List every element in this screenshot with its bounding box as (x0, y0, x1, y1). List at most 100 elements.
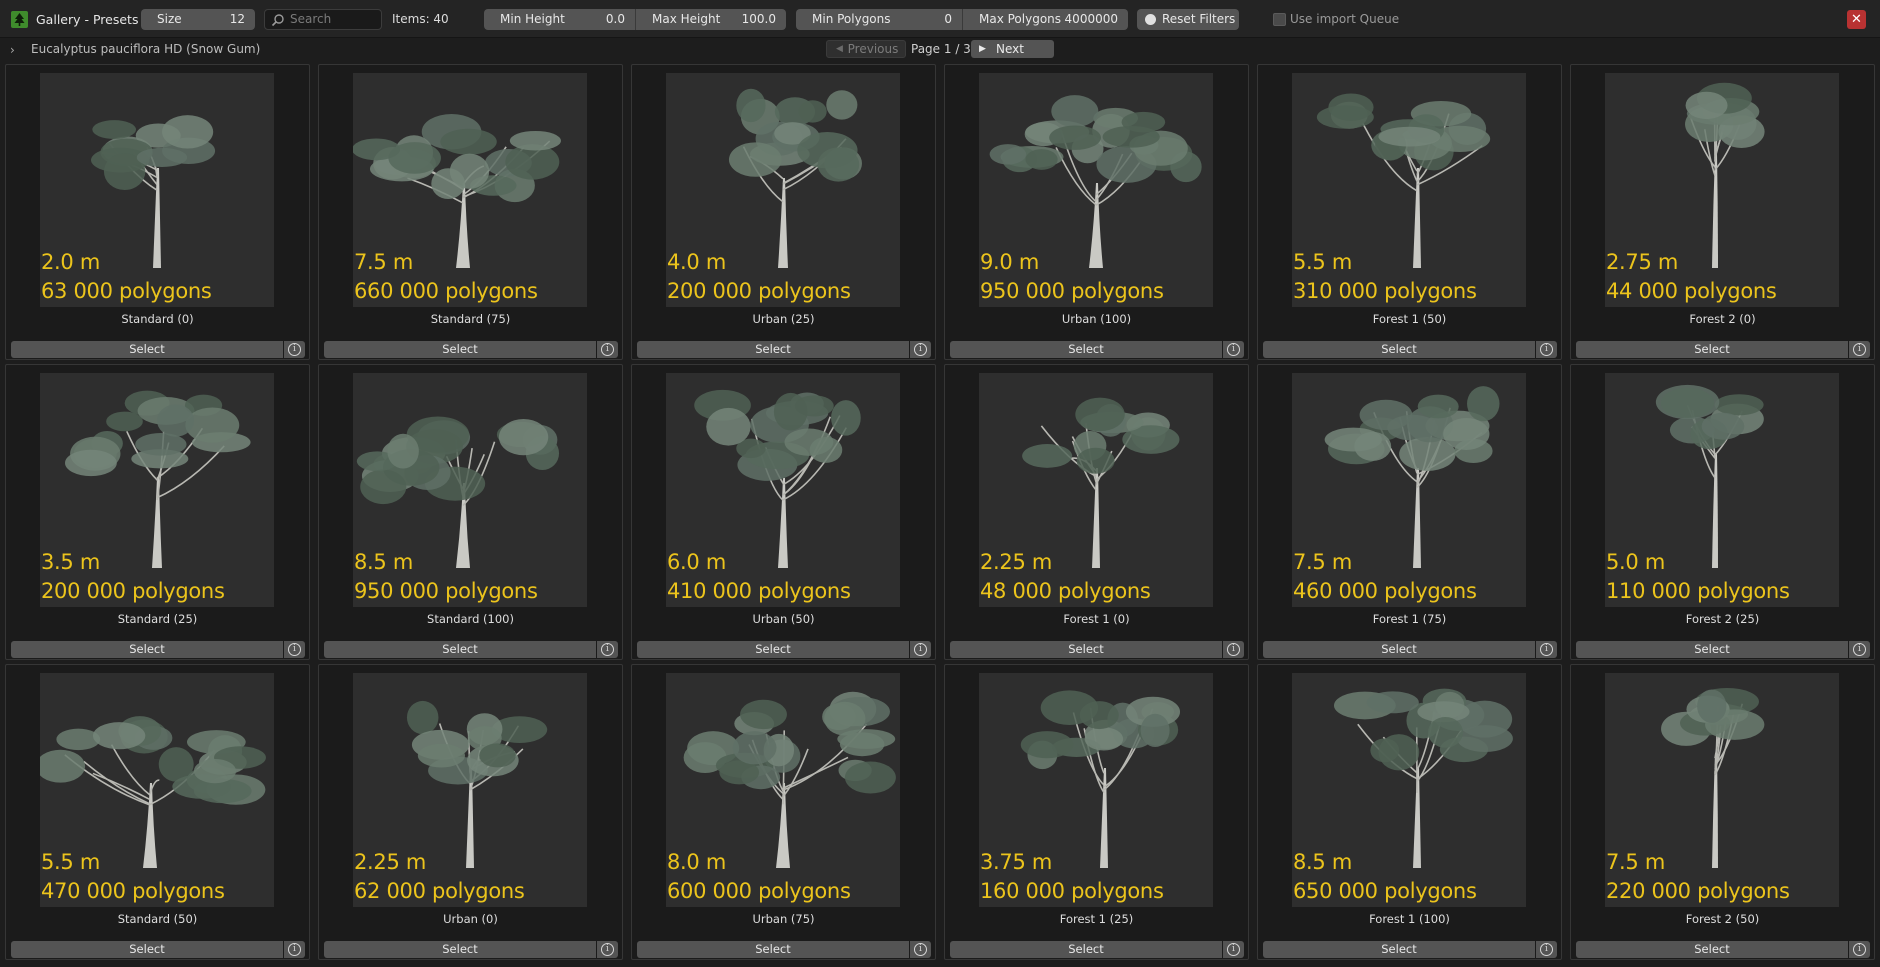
max-polygons-label: Max Polygons (979, 12, 1062, 26)
tree-height: 5.0 m (1606, 550, 1666, 574)
preset-title: Standard (25) (117, 612, 198, 626)
select-button[interactable]: Select (324, 941, 596, 958)
app-title: Gallery - Presets (36, 12, 139, 27)
info-button[interactable]: i (1536, 641, 1557, 658)
info-button[interactable]: i (910, 941, 931, 958)
tree-preview-image[interactable]: 2.25 m 48 000 polygons (979, 373, 1213, 607)
max-height-field[interactable]: Max Height 100.0 (635, 9, 786, 30)
tree-preview-image[interactable]: 6.0 m 410 000 polygons (666, 373, 900, 607)
max-polygons-field[interactable]: Max Polygons 4000000 (962, 9, 1128, 30)
tree-height: 7.5 m (354, 250, 414, 274)
select-button[interactable]: Select (637, 341, 909, 358)
info-button[interactable]: i (1849, 341, 1870, 358)
info-button[interactable]: i (1223, 341, 1244, 358)
next-label: Next (996, 42, 1024, 56)
reset-filters-label: Reset Filters (1162, 12, 1236, 26)
preset-title: Forest 1 (75) (1372, 612, 1447, 626)
size-value: 12 (229, 12, 245, 26)
toolbar: Gallery - Presets Size 12 Search Items: … (0, 0, 1880, 38)
preset-card: 5.5 m 470 000 polygons Standard (50) Select… (5, 664, 310, 960)
select-button[interactable]: Select (324, 341, 596, 358)
select-button[interactable]: Select (1263, 641, 1535, 658)
select-button[interactable]: Select (1576, 641, 1848, 658)
info-button[interactable]: i (284, 941, 305, 958)
info-button[interactable]: i (284, 341, 305, 358)
min-polygons-field[interactable]: Min Polygons 0 (796, 9, 962, 30)
info-button[interactable]: i (1536, 341, 1557, 358)
tree-height: 8.5 m (354, 550, 414, 574)
checkbox-icon[interactable] (1273, 13, 1286, 26)
search-placeholder: Search (290, 12, 332, 26)
info-icon: i (914, 643, 927, 656)
close-icon: ✕ (1851, 12, 1862, 27)
max-polygons-value: 4000000 (1064, 12, 1118, 26)
tree-preview-image[interactable]: 7.5 m 220 000 polygons (1605, 673, 1839, 907)
polygon-count: 950 000 polygons (354, 579, 538, 603)
select-button[interactable]: Select (950, 941, 1222, 958)
preset-card: 7.5 m 460 000 polygons Forest 1 (75) Select… (1257, 364, 1562, 660)
tree-preview-image[interactable]: 2.25 m 62 000 polygons (353, 673, 587, 907)
preset-card: 5.0 m 110 000 polygons Forest 2 (25) Select… (1570, 364, 1875, 660)
tree-preview-image[interactable]: 5.5 m 310 000 polygons (1292, 73, 1526, 307)
size-field[interactable]: Size 12 (141, 9, 255, 30)
tree-preview-image[interactable]: 8.0 m 600 000 polygons (666, 673, 900, 907)
select-button[interactable]: Select (11, 641, 283, 658)
select-button[interactable]: Select (1576, 341, 1848, 358)
polygon-count: 48 000 polygons (980, 579, 1151, 603)
preset-title: Standard (75) (430, 312, 511, 326)
tree-preview-image[interactable]: 5.5 m 470 000 polygons (40, 673, 274, 907)
import-queue-toggle[interactable]: Use import Queue (1273, 9, 1399, 30)
tree-preview-image[interactable]: 2.0 m 63 000 polygons (40, 73, 274, 307)
preset-title: Forest 2 (50) (1685, 912, 1760, 926)
select-button[interactable]: Select (950, 641, 1222, 658)
tree-preview-image[interactable]: 7.5 m 660 000 polygons (353, 73, 587, 307)
close-button[interactable]: ✕ (1847, 10, 1866, 29)
preset-title: Forest 1 (50) (1372, 312, 1447, 326)
tree-preview-image[interactable]: 5.0 m 110 000 polygons (1605, 373, 1839, 607)
polygon-count: 160 000 polygons (980, 879, 1164, 903)
select-button[interactable]: Select (637, 941, 909, 958)
info-button[interactable]: i (597, 341, 618, 358)
info-icon: i (1227, 643, 1240, 656)
tree-preview-image[interactable]: 8.5 m 650 000 polygons (1292, 673, 1526, 907)
info-button[interactable]: i (1849, 641, 1870, 658)
info-button[interactable]: i (910, 341, 931, 358)
tree-preview-image[interactable]: 7.5 m 460 000 polygons (1292, 373, 1526, 607)
tree-preview-image[interactable]: 8.5 m 950 000 polygons (353, 373, 587, 607)
info-icon: i (1853, 343, 1866, 356)
preset-card: 2.25 m 62 000 polygons Urban (0) Select i (318, 664, 623, 960)
info-button[interactable]: i (1223, 641, 1244, 658)
select-button[interactable]: Select (11, 941, 283, 958)
breadcrumb[interactable]: Eucalyptus pauciflora HD (Snow Gum) (31, 42, 260, 56)
select-button[interactable]: Select (11, 341, 283, 358)
select-button[interactable]: Select (950, 341, 1222, 358)
preset-card: 3.75 m 160 000 polygons Forest 1 (25) Selec… (944, 664, 1249, 960)
min-height-field[interactable]: Min Height 0.0 (484, 9, 635, 30)
info-button[interactable]: i (1536, 941, 1557, 958)
select-button[interactable]: Select (1576, 941, 1848, 958)
tree-preview-image[interactable]: 3.75 m 160 000 polygons (979, 673, 1213, 907)
polygon-count: 200 000 polygons (41, 579, 225, 603)
info-button[interactable]: i (1223, 941, 1244, 958)
tree-preview-image[interactable]: 9.0 m 950 000 polygons (979, 73, 1213, 307)
search-input[interactable]: Search (264, 9, 382, 30)
info-button[interactable]: i (910, 641, 931, 658)
min-polygons-label: Min Polygons (812, 12, 891, 26)
chevron-right-icon[interactable]: › (10, 43, 15, 57)
info-button[interactable]: i (597, 941, 618, 958)
select-button[interactable]: Select (637, 641, 909, 658)
select-button[interactable]: Select (1263, 941, 1535, 958)
reset-filters-button[interactable]: Reset Filters (1137, 9, 1239, 30)
tree-preview-image[interactable]: 3.5 m 200 000 polygons (40, 373, 274, 607)
info-button[interactable]: i (284, 641, 305, 658)
info-icon: i (1540, 343, 1553, 356)
info-button[interactable]: i (1849, 941, 1870, 958)
previous-label: Previous (847, 42, 899, 56)
tree-preview-image[interactable]: 2.75 m 44 000 polygons (1605, 73, 1839, 307)
select-button[interactable]: Select (1263, 341, 1535, 358)
tree-preview-image[interactable]: 4.0 m 200 000 polygons (666, 73, 900, 307)
select-button[interactable]: Select (324, 641, 596, 658)
next-page-button[interactable]: ▶ Next (971, 40, 1054, 58)
previous-page-button[interactable]: ◀ Previous (826, 40, 906, 58)
info-button[interactable]: i (597, 641, 618, 658)
